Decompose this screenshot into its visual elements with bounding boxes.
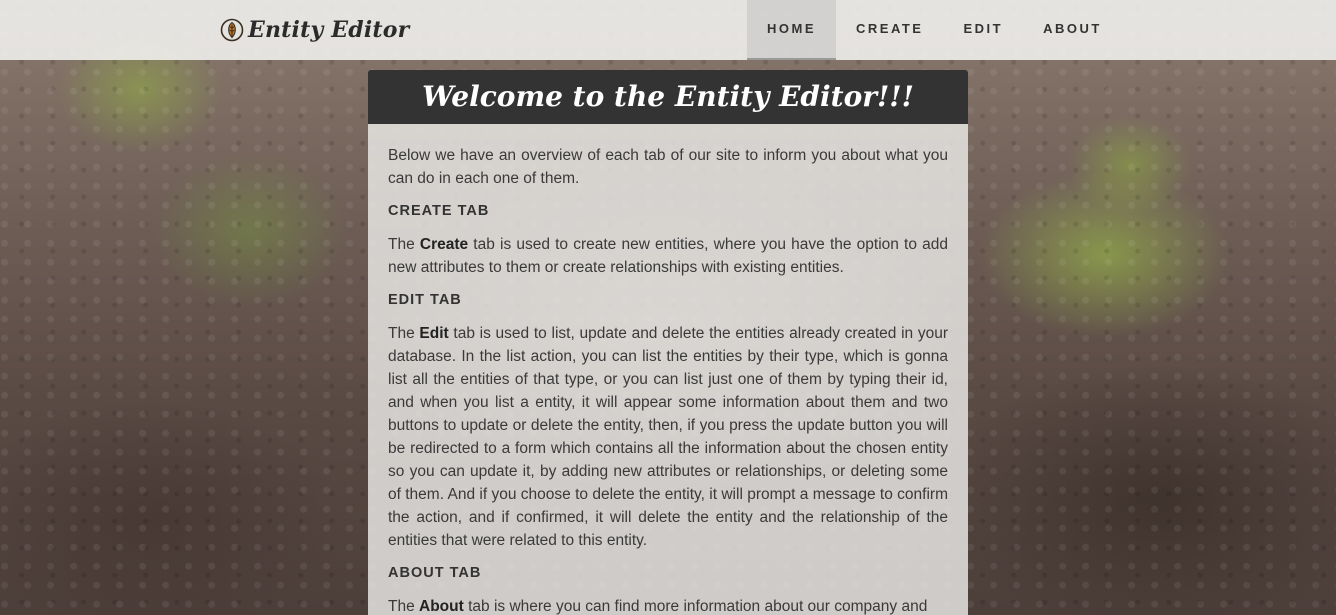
card-body: Below we have an overview of each tab of…	[368, 124, 968, 615]
create-keyword: Create	[419, 236, 469, 253]
create-tab-description: The Create tab is used to create new ent…	[388, 233, 948, 279]
brand-logo[interactable]: Entity Editor	[220, 14, 409, 46]
edit-text: tab is used to list, update and delete t…	[388, 325, 949, 549]
edit-tab-heading: EDIT TAB	[388, 292, 462, 308]
nav-edit[interactable]: EDIT	[943, 0, 1023, 60]
about-tab-heading: ABOUT TAB	[388, 565, 482, 581]
main-nav: HOME CREATE EDIT ABOUT	[747, 0, 1122, 60]
edit-tab-description: The Edit tab is used to list, update and…	[388, 322, 948, 552]
about-lead: The	[388, 598, 420, 615]
nav-home[interactable]: HOME	[747, 0, 836, 60]
page-title: Welcome to the Entity Editor!!!	[368, 70, 968, 124]
leaf-icon	[220, 18, 244, 42]
about-tab-description: The About tab is where you can find more…	[388, 595, 948, 615]
navbar: Entity Editor HOME CREATE EDIT ABOUT	[0, 0, 1336, 60]
intro-text: Below we have an overview of each tab of…	[388, 147, 948, 187]
brand-name: Entity Editor	[248, 17, 410, 43]
about-keyword: About	[419, 598, 464, 615]
create-tab-heading: CREATE TAB	[388, 203, 490, 219]
edit-lead: The	[388, 325, 420, 342]
nav-about[interactable]: ABOUT	[1023, 0, 1122, 60]
about-text: tab is where you can find more informati…	[463, 598, 928, 615]
create-text: tab is used to create new entities, wher…	[388, 236, 948, 276]
nav-create[interactable]: CREATE	[836, 0, 943, 60]
create-lead: The	[388, 236, 420, 253]
welcome-card: Welcome to the Entity Editor!!! Below we…	[368, 70, 968, 615]
edit-keyword: Edit	[419, 325, 449, 342]
